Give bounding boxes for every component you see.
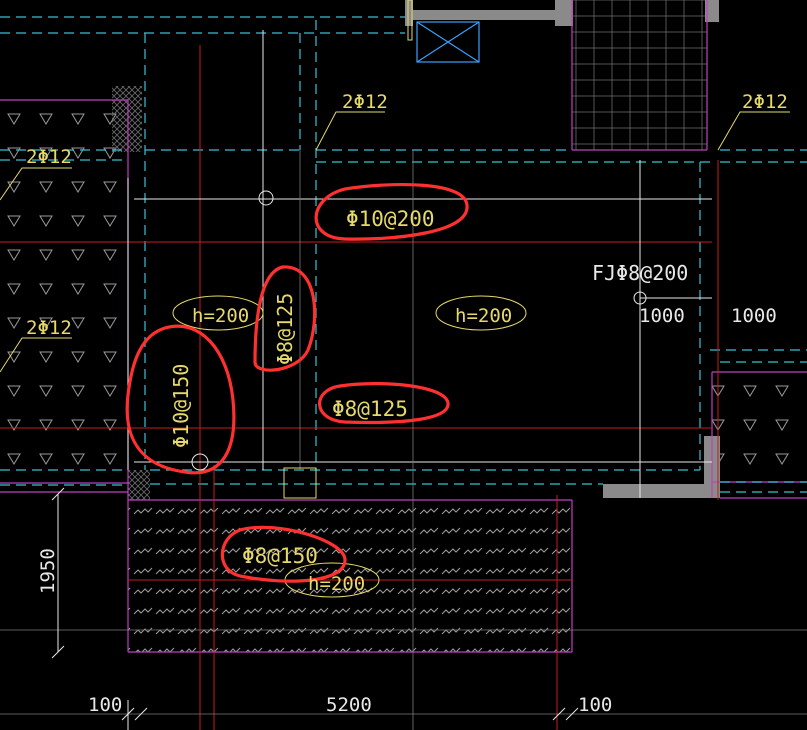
label-dim-1950: 1950 bbox=[37, 548, 59, 594]
label-phi8-150: Φ8@150 bbox=[242, 544, 318, 568]
label-dim-100-right: 100 bbox=[578, 694, 612, 716]
label-2phi12-top-mid: 2Φ12 bbox=[342, 91, 388, 113]
label-h-left: h=200 bbox=[192, 305, 249, 327]
label-phi10-150-vertical: Φ10@150 bbox=[169, 364, 193, 448]
wall-top-right-piece bbox=[555, 0, 573, 26]
label-dim-1000-b: 1000 bbox=[731, 305, 777, 327]
yellow-door-rect bbox=[283, 467, 317, 499]
column-hatch-left-top bbox=[112, 86, 142, 152]
label-phi10-200: Φ10@200 bbox=[346, 207, 435, 231]
label-2phi12-left-lower: 2Φ12 bbox=[26, 317, 72, 339]
label-dim-5200: 5200 bbox=[326, 694, 372, 716]
label-phi8-125-vertical: Φ8@125 bbox=[273, 293, 297, 365]
label-h-center: h=200 bbox=[455, 305, 512, 327]
label-dim-100-left: 100 bbox=[88, 694, 122, 716]
ref-circle-top bbox=[258, 190, 274, 206]
wall-bottom-right-bar bbox=[603, 484, 708, 498]
cad-drawing: 2Φ12 2Φ12 2Φ12 2Φ12 Φ10@200 Φ8@125 Φ10@1… bbox=[0, 0, 807, 730]
fixture-box bbox=[416, 21, 480, 63]
label-fj-phi8-200: FJΦ8@200 bbox=[592, 261, 688, 285]
hatch-areas bbox=[0, 0, 807, 652]
right-triangle-hatch bbox=[712, 372, 807, 482]
top-grid-hatch bbox=[572, 0, 707, 150]
label-dim-1000-a: 1000 bbox=[639, 305, 685, 327]
label-h-bottom: h=200 bbox=[308, 573, 365, 595]
label-2phi12-left-upper: 2Φ12 bbox=[26, 146, 72, 168]
label-phi8-125: Φ8@125 bbox=[332, 397, 408, 421]
label-2phi12-top-right: 2Φ12 bbox=[742, 91, 788, 113]
wall-top-bar bbox=[413, 10, 568, 20]
column-hatch-left-bottom bbox=[128, 470, 150, 500]
